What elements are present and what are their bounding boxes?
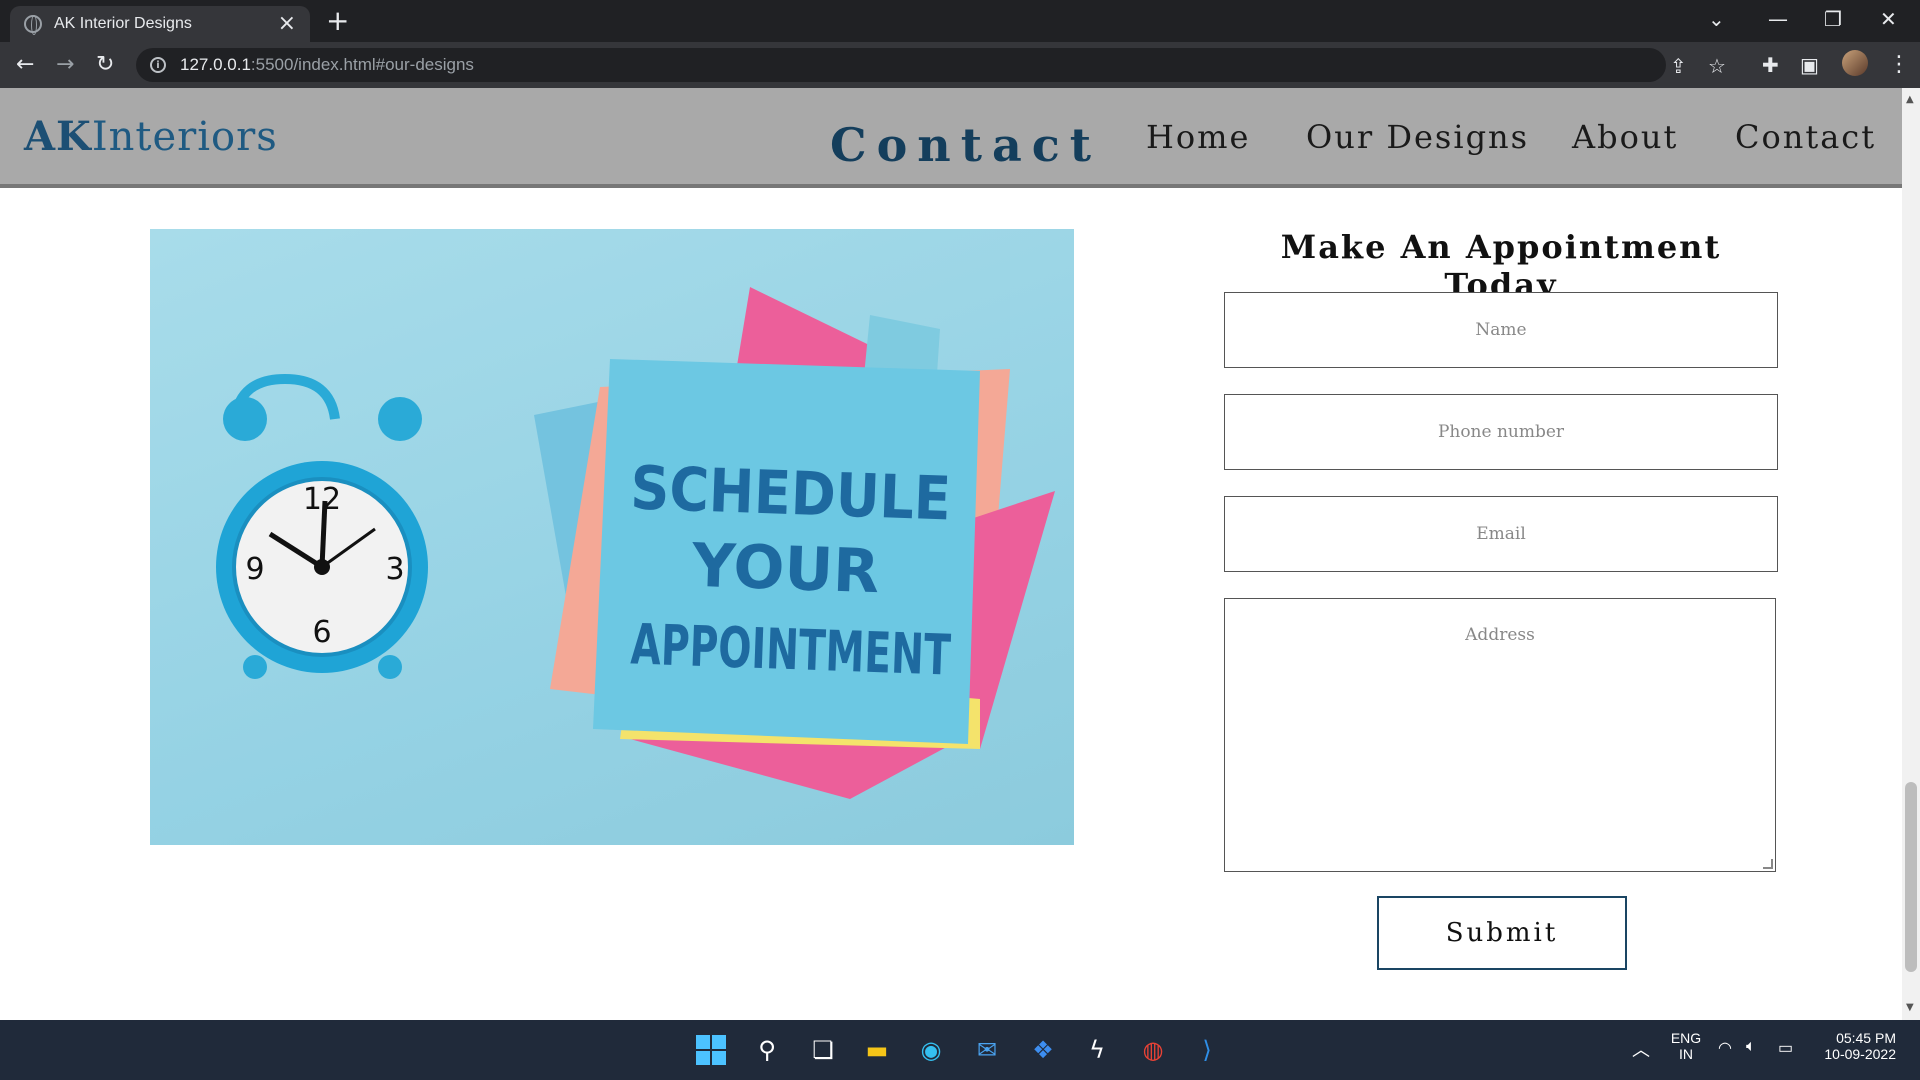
site-header: AKInteriors Contact Home Our Designs Abo… [0, 88, 1902, 188]
page-scrollbar[interactable]: ▲ ▼ [1902, 88, 1920, 1020]
bookmark-star-icon[interactable]: ☆ [1708, 54, 1726, 78]
volume-icon[interactable]: 🔈︎ [1746, 1038, 1756, 1056]
mail-icon[interactable]: ✉ [970, 1033, 1004, 1067]
browser-toolbar: ← → ↻ i 127.0.0.1:5500/index.html#our-de… [0, 42, 1920, 88]
tab-search-icon[interactable]: ⌄ [1708, 8, 1725, 30]
language-indicator[interactable]: ENG IN [1666, 1030, 1706, 1062]
section-title: Contact [830, 118, 1102, 172]
site-logo[interactable]: AKInteriors [24, 113, 278, 160]
address-field[interactable]: Address [1224, 598, 1776, 872]
note-line-1: SCHEDULE [629, 453, 952, 534]
file-explorer-icon[interactable]: ▬ [860, 1033, 894, 1067]
windows-start-icon[interactable] [694, 1033, 728, 1067]
address-placeholder: Address [1465, 625, 1535, 645]
phone-placeholder: Phone number [1437, 422, 1565, 442]
side-panel-icon[interactable]: ▣ [1800, 52, 1819, 78]
site-info-icon[interactable]: i [150, 57, 166, 73]
new-tab-button[interactable]: + [326, 6, 349, 36]
appointment-image: SCHEDULE YOUR APPOINTMENT 12 3 6 9 [150, 229, 1074, 845]
menu-icon[interactable]: ⋮ [1888, 52, 1910, 78]
wifi-icon[interactable]: ◠ [1718, 1038, 1732, 1058]
chrome-icon[interactable]: ◍ [1136, 1033, 1170, 1067]
logo-bold: AK [24, 113, 92, 160]
address-bar[interactable]: i 127.0.0.1:5500/index.html#our-designs … [136, 48, 1726, 82]
name-field[interactable]: Name [1224, 292, 1778, 368]
logo-rest: Interiors [91, 114, 278, 160]
nav-home[interactable]: Home [1146, 118, 1250, 156]
scrollbar-thumb[interactable] [1905, 782, 1917, 972]
note-line-2: YOUR [690, 531, 881, 608]
browser-tabbar: AK Interior Designs × + ⌄ — ❐ ✕ [0, 0, 1920, 42]
nav-contact[interactable]: Contact [1735, 118, 1876, 156]
scroll-up-icon[interactable]: ▲ [1906, 94, 1914, 105]
clock-time: 05:45 PM [1836, 1030, 1896, 1046]
vscode-icon[interactable]: ⟩ [1190, 1033, 1224, 1067]
share-icon[interactable]: ⇪ [1670, 54, 1687, 78]
resize-grip-icon[interactable] [1763, 859, 1773, 869]
restore-icon[interactable]: ❐ [1824, 8, 1842, 30]
submit-button[interactable]: Submit [1377, 896, 1627, 970]
clock[interactable]: 05:45 PM 10-09-2022 [1812, 1030, 1896, 1062]
edge-icon[interactable]: ◉ [914, 1033, 948, 1067]
svg-text:12: 12 [303, 482, 341, 517]
app-lightning-icon[interactable]: ϟ [1080, 1033, 1114, 1067]
svg-text:9: 9 [245, 552, 264, 587]
clock-date: 10-09-2022 [1824, 1046, 1896, 1062]
note-line-3: APPOINTMENT [630, 612, 952, 688]
email-field[interactable]: Email [1224, 496, 1778, 572]
appointment-illustration: SCHEDULE YOUR APPOINTMENT 12 3 6 9 [216, 287, 1055, 799]
back-icon[interactable]: ← [16, 52, 34, 78]
name-placeholder: Name [1475, 320, 1527, 340]
tray-overflow-icon[interactable]: ︿ [1632, 1036, 1650, 1062]
dropbox-icon[interactable]: ❖ [1026, 1033, 1060, 1067]
task-view-icon[interactable]: ❏ [806, 1033, 840, 1067]
battery-icon[interactable]: ▭ [1778, 1038, 1793, 1058]
globe-icon [24, 15, 42, 35]
url-host: 127.0.0.1 [180, 55, 251, 74]
web-page: AKInteriors Contact Home Our Designs Abo… [0, 88, 1902, 1020]
minimize-icon[interactable]: — [1768, 8, 1788, 30]
tab-title: AK Interior Designs [54, 15, 192, 32]
profile-avatar[interactable] [1842, 50, 1868, 76]
phone-field[interactable]: Phone number [1224, 394, 1778, 470]
alarm-clock-icon: 12 3 6 9 [216, 373, 428, 679]
reload-icon[interactable]: ↻ [96, 52, 114, 78]
nav-about[interactable]: About [1572, 118, 1678, 156]
svg-text:6: 6 [312, 615, 331, 650]
lang-bottom: IN [1679, 1046, 1693, 1062]
scroll-down-icon[interactable]: ▼ [1906, 1002, 1914, 1013]
lang-top: ENG [1670, 1030, 1702, 1046]
taskbar: ⚲ ❏ ▬ ◉ ✉ ❖ ϟ ◍ ⟩ ︿ ENG IN ◠ 🔈︎ ▭ 05:45 … [0, 1020, 1920, 1080]
browser-tab[interactable]: AK Interior Designs × [10, 6, 310, 42]
url-path: :5500/index.html#our-designs [250, 55, 474, 74]
search-icon[interactable]: ⚲ [750, 1033, 784, 1067]
extensions-icon[interactable]: ✚ [1762, 52, 1779, 78]
close-tab-icon[interactable]: × [278, 13, 296, 35]
svg-text:3: 3 [385, 552, 404, 587]
close-window-icon[interactable]: ✕ [1880, 8, 1897, 30]
forward-icon[interactable]: → [56, 52, 74, 78]
nav-our-designs[interactable]: Our Designs [1306, 118, 1529, 156]
email-placeholder: Email [1476, 524, 1526, 544]
